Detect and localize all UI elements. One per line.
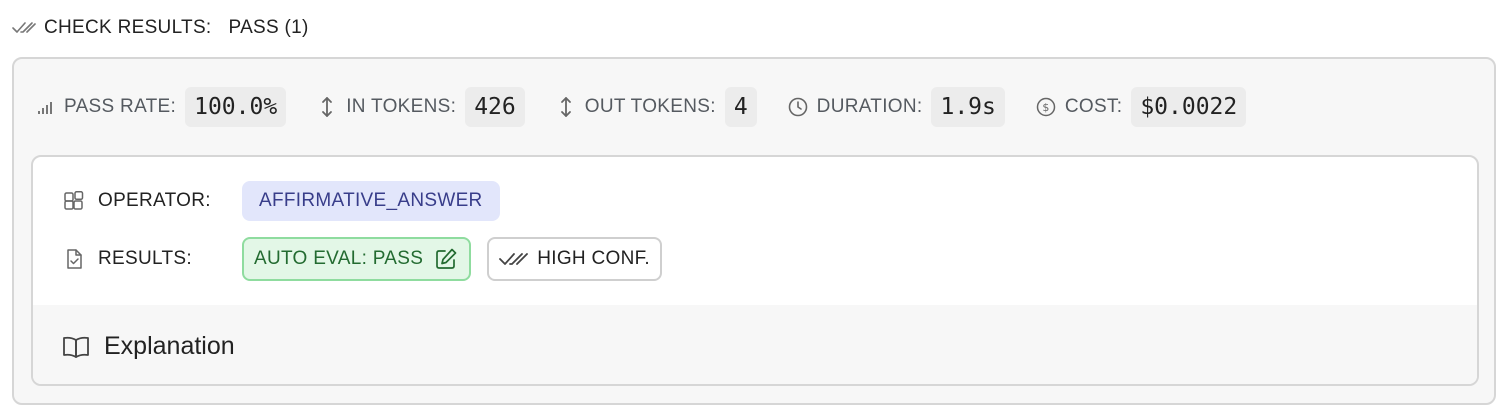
confidence-label: HIGH CONF. <box>537 248 651 269</box>
bars-icon <box>34 96 56 118</box>
operator-row: OPERATOR: AFFIRMATIVE_ANSWER <box>64 181 500 221</box>
stat-value: $0.0022 <box>1131 87 1247 127</box>
auto-eval-label: AUTO EVAL: PASS <box>254 248 424 269</box>
blocks-icon <box>64 191 84 211</box>
stat-out-tokens: OUT TOKENS: 4 <box>555 87 757 127</box>
check-results-status: PASS (1) <box>228 17 309 38</box>
file-check-icon <box>64 249 84 269</box>
high-confidence-badge: HIGH CONF. <box>487 237 663 281</box>
stat-value: 426 <box>465 87 525 127</box>
clock-icon <box>787 96 809 118</box>
results-row: RESULTS: AUTO EVAL: PASS HIGH CONF. <box>64 237 663 281</box>
book-icon <box>62 335 90 359</box>
explanation-label: Explanation <box>104 332 235 360</box>
stat-cost: $ COST: $0.0022 <box>1035 87 1247 127</box>
dollar-circle-icon: $ <box>1035 96 1057 118</box>
svg-text:$: $ <box>1042 101 1049 114</box>
stat-pass-rate: PASS RATE: 100.0% <box>34 87 287 127</box>
stat-label: DURATION: <box>816 96 923 117</box>
edit-icon[interactable] <box>433 246 459 272</box>
double-check-icon <box>12 18 36 38</box>
stat-label: PASS RATE: <box>64 96 177 117</box>
stats-bar: PASS RATE: 100.0% IN TOKENS: 426 OUT TOK… <box>34 86 1276 128</box>
stat-in-tokens: IN TOKENS: 426 <box>316 87 525 127</box>
check-results-title: CHECK RESULTS: <box>44 17 212 38</box>
stat-value: 4 <box>724 87 757 127</box>
auto-eval-pass-badge: AUTO EVAL: PASS <box>242 237 472 281</box>
result-card: OPERATOR: AFFIRMATIVE_ANSWER RESULTS: AU… <box>31 155 1479 386</box>
explanation-toggle[interactable]: Explanation <box>33 305 1477 384</box>
stat-label: IN TOKENS: <box>346 96 457 117</box>
stat-duration: DURATION: 1.9s <box>787 87 1005 127</box>
operator-label: OPERATOR: <box>98 190 211 211</box>
check-results-panel: PASS RATE: 100.0% IN TOKENS: 426 OUT TOK… <box>12 57 1496 405</box>
results-label: RESULTS: <box>98 248 192 269</box>
stat-label: OUT TOKENS: <box>584 96 716 117</box>
stat-label: COST: <box>1064 96 1123 117</box>
check-results-header: CHECK RESULTS: PASS (1) <box>12 14 309 42</box>
stat-value: 1.9s <box>931 87 1005 127</box>
stat-value: 100.0% <box>185 87 287 127</box>
vertical-arrows-icon <box>316 96 338 118</box>
vertical-arrows-icon <box>555 96 577 118</box>
double-check-icon <box>499 249 529 269</box>
operator-chip: AFFIRMATIVE_ANSWER <box>242 181 500 221</box>
